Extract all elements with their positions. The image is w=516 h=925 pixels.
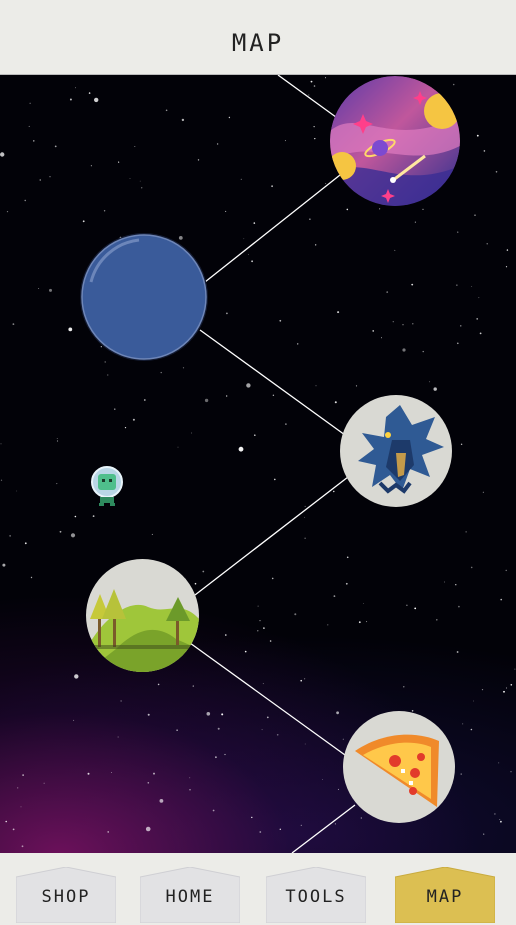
tab-tools[interactable]: TOOLS	[266, 867, 366, 923]
top-header: MAP	[0, 0, 516, 75]
blue-planet-node[interactable]	[79, 232, 209, 362]
dragon-level-node[interactable]	[340, 395, 452, 507]
path-line	[194, 476, 349, 596]
tab-map[interactable]: MAP	[395, 867, 495, 923]
nebula-planet-icon	[330, 76, 460, 206]
path-line	[204, 174, 341, 283]
path-line	[291, 804, 356, 853]
tab-shop[interactable]: SHOP	[16, 867, 116, 923]
tab-label: SHOP	[41, 887, 91, 907]
space-map[interactable]	[0, 75, 516, 853]
dragon-icon	[358, 405, 444, 494]
forest-level-node[interactable]	[86, 559, 199, 672]
tab-label: MAP	[426, 887, 464, 907]
tab-label: HOME	[165, 887, 215, 907]
path-line	[199, 329, 346, 436]
tab-label: TOOLS	[285, 887, 347, 907]
tab-home[interactable]: HOME	[140, 867, 240, 923]
bottom-nav: SHOP HOME TOOLS MAP	[0, 853, 516, 925]
forest-mountain-icon	[86, 589, 199, 672]
player-avatar[interactable]	[90, 465, 124, 507]
pizza-slice-icon	[355, 734, 439, 807]
path-line	[277, 75, 341, 121]
page-title: MAP	[231, 29, 285, 57]
path-line	[189, 642, 346, 756]
pizza-level-node[interactable]	[343, 711, 455, 823]
galaxy-level-node[interactable]	[330, 76, 460, 206]
blue-planet-icon	[80, 233, 208, 361]
astronaut-icon	[91, 466, 123, 506]
